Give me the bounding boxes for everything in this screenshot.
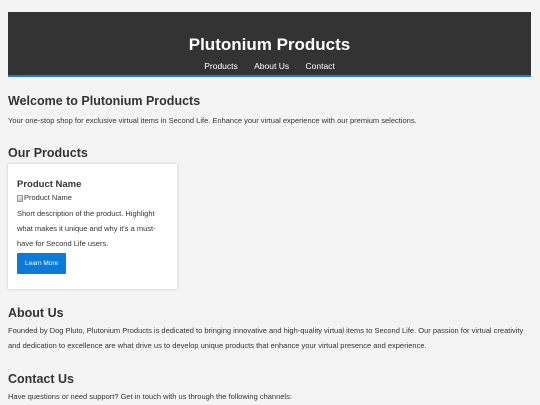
learn-more-button[interactable]: Learn More	[17, 253, 67, 274]
site-title: Plutonium Products	[188, 35, 351, 54]
product-image-alt: Product Name	[24, 193, 72, 202]
product-card: Product Name Product Name Short descript…	[8, 164, 177, 289]
product-image: Product Name	[17, 192, 168, 204]
site-header: Plutonium Products Products About Us Con…	[8, 12, 531, 77]
about-text: Founded by Dog Pluto, Plutonium Products…	[8, 326, 524, 350]
about-heading: About Us	[8, 306, 64, 320]
product-description: Short description of the product. Highli…	[17, 209, 156, 248]
nav-link-contact[interactable]: Contact	[305, 61, 334, 71]
product-name: Product Name	[17, 179, 82, 190]
nav-link-products[interactable]: Products	[204, 61, 238, 71]
welcome-heading: Welcome to Plutonium Products	[8, 94, 201, 108]
welcome-text: Your one-stop shop for exclusive virtual…	[8, 116, 417, 125]
main-nav: Products About Us Contact	[8, 60, 531, 72]
broken-image-icon	[17, 194, 23, 202]
products-heading: Our Products	[8, 146, 88, 160]
nav-link-about[interactable]: About Us	[254, 61, 289, 71]
contact-heading: Contact Us	[8, 372, 74, 386]
contact-text: Have questions or need support? Get in t…	[8, 392, 292, 401]
